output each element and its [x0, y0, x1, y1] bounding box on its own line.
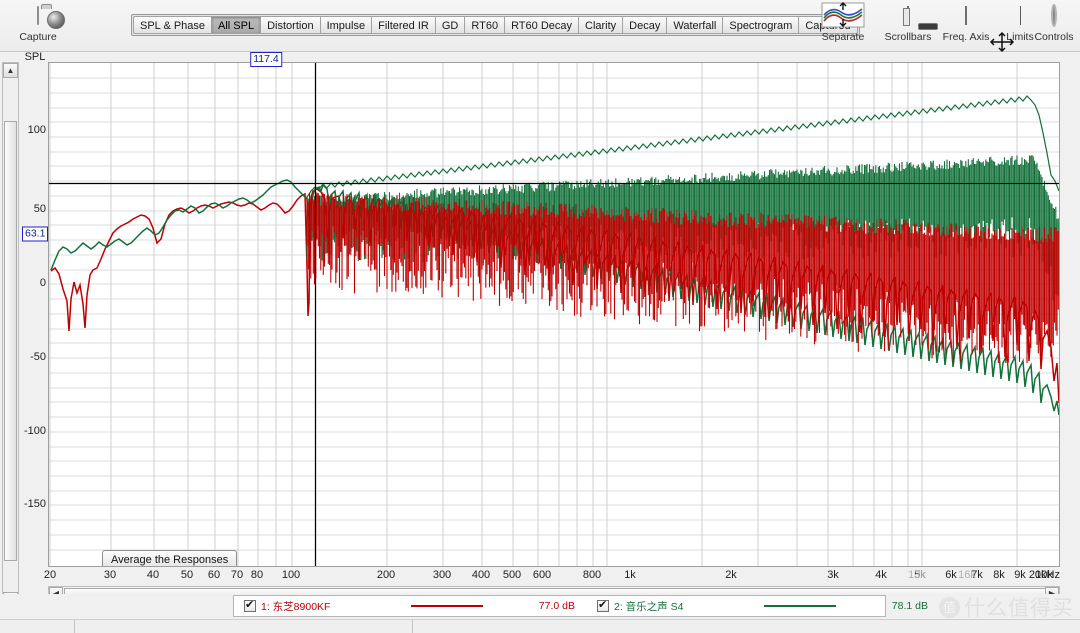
- x-axis: 20 30 40 50 60 70 80 100 200 300 400 500…: [48, 568, 1060, 586]
- spl-graph-svg: [49, 63, 1060, 567]
- x-tick-400: 400: [472, 569, 490, 581]
- x-tick-800: 800: [583, 569, 601, 581]
- vertical-scroll-thumb[interactable]: [4, 121, 17, 561]
- tab-rt60[interactable]: RT60: [464, 16, 504, 34]
- legend-value-2: 78.1 dB: [836, 600, 928, 612]
- x-tick-3k: 3k: [827, 569, 839, 581]
- capture-label: Capture: [6, 31, 70, 43]
- vertical-scrollbar[interactable]: ▲ ▼: [2, 62, 19, 608]
- plot-area: ▲ ▼ SPL 100 50 0 -50 -100 -150 63.1: [0, 52, 1080, 592]
- legend-bar: 1: 东芝8900KF 77.0 dB 2: 音乐之声 S4 78.1 dB: [0, 594, 1080, 619]
- status-bar: [0, 619, 1080, 633]
- x-tick-9k: 9k: [1014, 569, 1026, 581]
- x-tick-30: 30: [104, 569, 116, 581]
- separate-label: Separate: [811, 31, 875, 43]
- x-tick-200: 200: [377, 569, 395, 581]
- y-tick-50: 50: [34, 203, 46, 215]
- y-tick-100: 100: [28, 124, 46, 136]
- x-tick-300: 300: [433, 569, 451, 581]
- legend-swatch-2: [764, 605, 836, 607]
- x-tick-4k: 4k: [875, 569, 887, 581]
- y-tick-neg150: -150: [24, 498, 46, 510]
- controls-label: Controls: [1030, 31, 1078, 43]
- x-tick-13k: 13k: [908, 569, 926, 581]
- scrollbars-icon: [876, 2, 940, 30]
- x-tick-20: 20: [44, 569, 56, 581]
- y-cursor-readout[interactable]: 63.1: [22, 227, 48, 242]
- tab-rt60-decay[interactable]: RT60 Decay: [504, 16, 578, 34]
- view-tabs[interactable]: SPL & Phase All SPL Distortion Impulse F…: [131, 14, 860, 36]
- legend-label-2: 2: 音乐之声 S4: [614, 599, 764, 614]
- tab-impulse[interactable]: Impulse: [320, 16, 372, 34]
- legend-item-1[interactable]: 1: 东芝8900KF 77.0 dB: [244, 595, 575, 617]
- x-tick-500: 500: [503, 569, 521, 581]
- y-axis: 100 50 0 -50 -100 -150: [20, 62, 48, 567]
- legend-box: 1: 东芝8900KF 77.0 dB 2: 音乐之声 S4 78.1 dB: [233, 595, 886, 617]
- x-tick-50: 50: [181, 569, 193, 581]
- separate-traces-icon: [811, 2, 875, 30]
- x-tick-6k: 6k: [945, 569, 957, 581]
- tab-gd[interactable]: GD: [435, 16, 465, 34]
- x-tick-8k: 8k: [993, 569, 1005, 581]
- legend-item-2[interactable]: 2: 音乐之声 S4 78.1 dB: [597, 595, 928, 617]
- y-tick-neg50: -50: [30, 351, 46, 363]
- tab-spectrogram[interactable]: Spectrogram: [722, 16, 798, 34]
- scroll-up-button[interactable]: ▲: [3, 63, 18, 78]
- status-divider-1: [74, 620, 75, 633]
- camera-icon: [6, 2, 70, 30]
- x-tick-1k: 1k: [624, 569, 636, 581]
- legend-swatch-1: [411, 605, 483, 607]
- legend-label-1: 1: 东芝8900KF: [261, 599, 411, 614]
- x-tick-70: 70: [231, 569, 243, 581]
- y-tick-neg100: -100: [24, 425, 46, 437]
- tab-spl-phase[interactable]: SPL & Phase: [133, 16, 211, 34]
- legend-value-1: 77.0 dB: [483, 600, 575, 612]
- x-tick-16k: 16k: [958, 569, 976, 581]
- x-tick-2k: 2k: [725, 569, 737, 581]
- scrollbars-button[interactable]: Scrollbars: [876, 2, 940, 43]
- capture-button[interactable]: Capture: [6, 2, 70, 43]
- x-tick-20kHz: 20kHz: [1029, 569, 1060, 581]
- x-tick-60: 60: [208, 569, 220, 581]
- spl-graph[interactable]: Average the Responses: [48, 62, 1060, 567]
- controls-button[interactable]: Controls: [1030, 2, 1078, 43]
- gear-icon: [1030, 2, 1078, 30]
- rew-all-spl-window: Capture SPL & Phase All SPL Distortion I…: [0, 0, 1080, 633]
- legend-checkbox-2[interactable]: [597, 600, 609, 612]
- x-tick-100: 100: [282, 569, 300, 581]
- x-cursor-readout[interactable]: 117.4: [250, 52, 282, 67]
- y-tick-0: 0: [40, 277, 46, 289]
- toolbar: Capture SPL & Phase All SPL Distortion I…: [0, 0, 1080, 52]
- x-tick-40: 40: [147, 569, 159, 581]
- scrollbars-label: Scrollbars: [876, 31, 940, 43]
- tab-filtered-ir[interactable]: Filtered IR: [371, 16, 435, 34]
- legend-checkbox-1[interactable]: [244, 600, 256, 612]
- average-responses-button[interactable]: Average the Responses: [102, 550, 237, 567]
- tab-all-spl[interactable]: All SPL: [211, 16, 260, 34]
- tab-clarity[interactable]: Clarity: [578, 16, 622, 34]
- tab-distortion[interactable]: Distortion: [260, 16, 319, 34]
- x-tick-600: 600: [533, 569, 551, 581]
- status-divider-2: [412, 620, 413, 633]
- separate-button[interactable]: Separate: [811, 2, 875, 43]
- tab-waterfall[interactable]: Waterfall: [666, 16, 722, 34]
- x-tick-80: 80: [251, 569, 263, 581]
- tab-decay[interactable]: Decay: [622, 16, 666, 34]
